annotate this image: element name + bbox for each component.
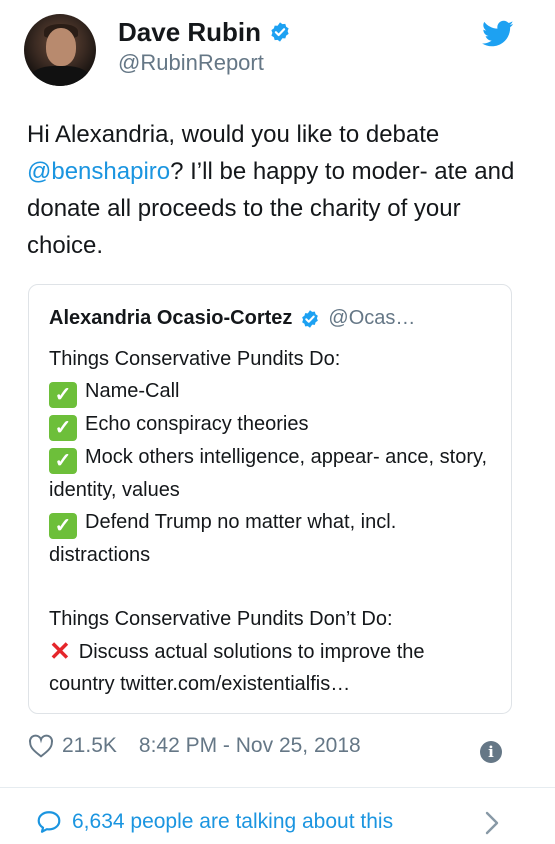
avatar[interactable] xyxy=(24,14,96,86)
list-item: ✓ Echo conspiracy theories xyxy=(49,408,494,441)
quoted-author-handle: @Ocas… xyxy=(328,307,416,329)
conversation-text: 6,634 people are talking about this xyxy=(72,810,394,833)
quoted-tweet-body: Things Conservative Pundits Do: ✓ Name-Ca… xyxy=(49,343,494,700)
author-name[interactable]: Dave Rubin xyxy=(118,17,261,47)
list-item: ✓ Defend Trump no matter what, incl. dist… xyxy=(49,511,397,566)
divider xyxy=(0,787,555,788)
list-item: ✓ Mock others intelligence, appear- ance,… xyxy=(49,446,488,501)
check-mark-icon: ✓ xyxy=(49,513,77,539)
tweet-text-before: Hi Alexandria, would you like to debate xyxy=(27,121,440,148)
verified-badge-icon xyxy=(271,22,289,42)
cross-mark-icon: ✕ xyxy=(49,636,71,666)
mention-link[interactable]: @benshapiro xyxy=(27,158,170,185)
check-mark-icon: ✓ xyxy=(49,415,77,441)
author-row: Dave Rubin xyxy=(118,17,291,47)
conversation-link[interactable]: 6,634 people are talking about this xyxy=(36,810,393,834)
verified-badge-icon xyxy=(302,309,319,328)
tweet-meta: 21.5K 8:42 PM - Nov 25, 2018 xyxy=(28,734,361,758)
tweet-text: Hi Alexandria, would you like to debate … xyxy=(27,116,517,264)
list-item: ✓ Name-Call xyxy=(49,375,494,408)
info-icon[interactable]: i xyxy=(480,741,502,763)
quoted-tweet-header: Alexandria Ocasio-Cortez @Ocas… xyxy=(49,307,415,330)
speech-bubble-icon xyxy=(37,811,61,833)
quoted-author-name: Alexandria Ocasio-Cortez xyxy=(49,307,293,329)
quoted-dont-intro: Things Conservative Pundits Don’t Do: xyxy=(49,608,393,630)
like-count[interactable]: 21.5K xyxy=(62,734,117,758)
author-handle[interactable]: @RubinReport xyxy=(118,50,264,76)
check-mark-icon: ✓ xyxy=(49,448,77,474)
chevron-right-icon[interactable] xyxy=(485,811,499,835)
check-mark-icon: ✓ xyxy=(49,382,77,408)
timestamp[interactable]: 8:42 PM - Nov 25, 2018 xyxy=(139,734,361,758)
twitter-bird-icon[interactable] xyxy=(482,20,514,48)
avatar-shirt xyxy=(30,66,90,86)
avatar-face xyxy=(46,28,76,66)
list-item: ✕ Discuss actual solutions to improve the… xyxy=(49,636,425,695)
heart-icon[interactable] xyxy=(28,734,54,758)
quoted-intro: Things Conservative Pundits Do: xyxy=(49,348,341,370)
quoted-tweet-card[interactable]: Alexandria Ocasio-Cortez @Ocas… Things C… xyxy=(28,284,512,714)
